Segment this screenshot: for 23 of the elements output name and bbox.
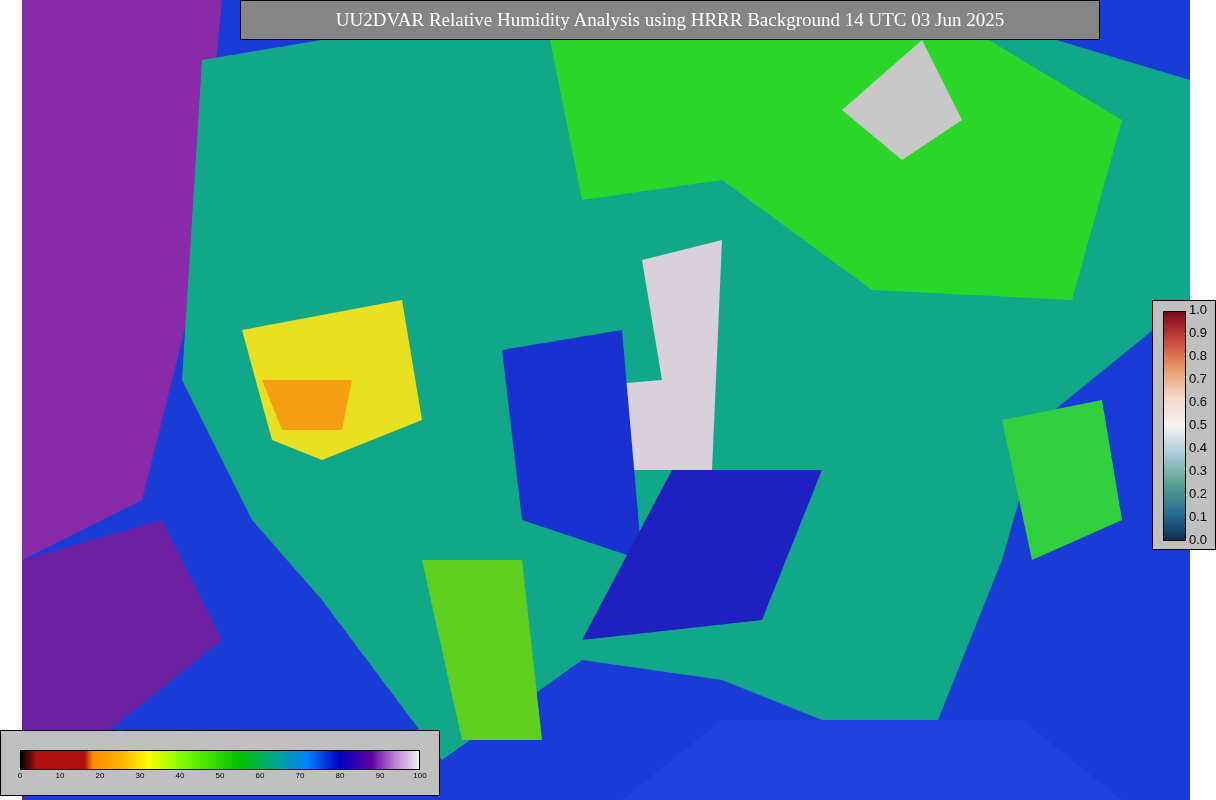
- tick-label: 100: [412, 770, 428, 782]
- tick-label: 0.3: [1189, 463, 1208, 479]
- tick-label: 90: [374, 770, 386, 782]
- tick-label: 0.0: [1189, 532, 1208, 548]
- tick-label: 0.5: [1189, 417, 1208, 433]
- tick-label: 0.1: [1189, 509, 1208, 525]
- tick-label: 0.4: [1189, 440, 1208, 456]
- tick-label: 80: [334, 770, 346, 782]
- tick-label: 0: [16, 770, 24, 782]
- tick-label: 60: [254, 770, 266, 782]
- tick-label: 0.8: [1189, 348, 1208, 364]
- tick-label: 0.7: [1189, 371, 1208, 387]
- tick-label: 70: [294, 770, 306, 782]
- tick-label: 1.0: [1189, 302, 1208, 318]
- tick-label: 10: [54, 770, 66, 782]
- tick-label: 30: [134, 770, 146, 782]
- tick-label: 20: [94, 770, 106, 782]
- tick-label: 40: [174, 770, 186, 782]
- chart-title: UU2DVAR Relative Humidity Analysis using HRRR Background 14 UTC 03 Jun 2025: [240, 0, 1100, 40]
- tick-label: 0.2: [1189, 486, 1208, 502]
- tick-label: 0.6: [1189, 394, 1208, 410]
- tick-label: 50: [214, 770, 226, 782]
- tick-label: 0.9: [1189, 325, 1208, 341]
